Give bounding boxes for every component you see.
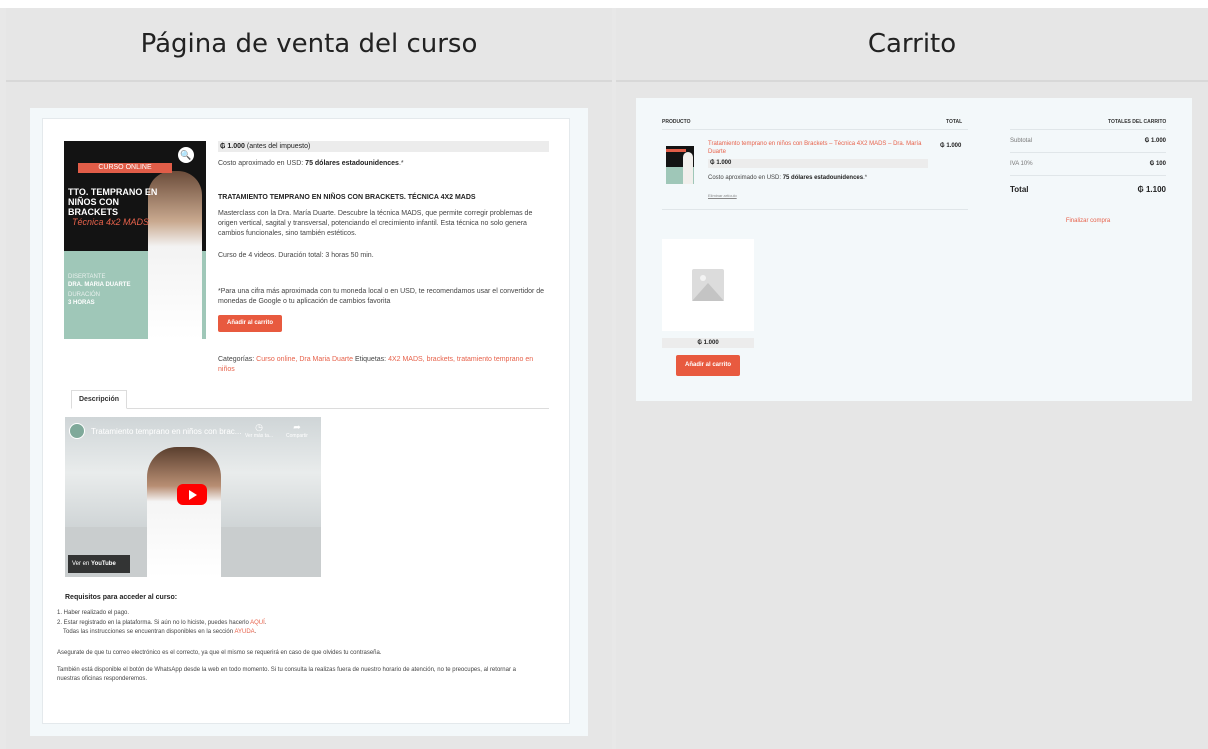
- subtotal-value: ₲ 1.000: [1144, 138, 1166, 144]
- watch-on-youtube-button[interactable]: Ver en YouTube: [68, 555, 130, 573]
- cart-col-total: TOTAL: [946, 119, 963, 125]
- cart-column: Carrito PRODUCTO TOTAL Tratamiento tempr…: [616, 8, 1208, 749]
- youtube-video[interactable]: Tratamiento temprano en niños con brac..…: [65, 417, 321, 577]
- zoom-icon[interactable]: 🔍: [178, 147, 194, 163]
- cart-header: Carrito: [616, 8, 1208, 82]
- register-link[interactable]: AQUÍ: [250, 620, 265, 626]
- cart-item-total: ₲ 1.000: [940, 143, 962, 149]
- product-meta: Categorías: Curso online, Dra Maria Duar…: [218, 356, 534, 373]
- cart-panel: PRODUCTO TOTAL Tratamiento temprano en n…: [636, 98, 1192, 401]
- suggested-product-image[interactable]: [662, 239, 754, 331]
- checkout-link[interactable]: Finalizar compra: [1010, 218, 1166, 224]
- lecturer-label: DISERTANTE: [68, 274, 106, 280]
- course-badge: CURSO ONLINE: [78, 163, 172, 173]
- lecturer-name: DRA. MARIA DUARTE: [68, 282, 131, 288]
- product-description: Masterclass con la Dra. María Duarte. De…: [218, 210, 533, 237]
- cart-col-product: PRODUCTO: [662, 119, 691, 125]
- total-row: Total ₲ 1.100: [1010, 185, 1166, 194]
- requirements-title: Requisitos para acceder al curso:: [65, 594, 178, 601]
- tab-divider: [71, 408, 549, 409]
- total-value: ₲ 1.100: [1137, 185, 1166, 194]
- channel-logo[interactable]: [69, 423, 85, 439]
- approx-cost: Costo aproximado en USD: 75 dólares esta…: [218, 160, 404, 167]
- duration-label: DURACIÓN: [68, 292, 101, 298]
- cart-approx-cost: Costo aproximado en USD: 75 dólares esta…: [708, 175, 868, 181]
- suggested-product-price: ₲ 1.000: [662, 338, 754, 348]
- suggested-add-to-cart-button[interactable]: Añadir al carrito: [676, 355, 740, 376]
- image-placeholder-icon: [692, 269, 724, 301]
- price-bar: ₲ 1.000 (antes del impuesto): [218, 141, 549, 152]
- price-note: (antes del impuesto): [246, 143, 311, 150]
- product-image[interactable]: CURSO ONLINE TTO. TEMPRANO EN NIÑOS CON …: [64, 141, 206, 339]
- course-image-title: TTO. TEMPRANO EN NIÑOS CON BRACKETS: [68, 187, 158, 217]
- requirement-item-2-line-2: Todas las instrucciones se encuentran di…: [63, 629, 257, 635]
- cart-item-name[interactable]: Tratamiento temprano en niños con Bracke…: [708, 140, 924, 156]
- video-title[interactable]: Tratamiento temprano en niños con brac..…: [91, 427, 241, 436]
- duration-value: 3 HORAS: [68, 300, 95, 306]
- iva-row: IVA 10% ₲ 100: [1010, 161, 1166, 167]
- subtotal-row: Subtotal ₲ 1.000: [1010, 138, 1166, 144]
- tab-description[interactable]: Descripción: [71, 390, 127, 409]
- cart-item-price: ₲ 1.000: [708, 159, 928, 168]
- comparison-frame: Página de venta del curso CURSO ONLINE T…: [0, 8, 1208, 749]
- share-button[interactable]: ➦ Compartir: [275, 422, 319, 439]
- product-page: CURSO ONLINE TTO. TEMPRANO EN NIÑOS CON …: [42, 118, 570, 724]
- play-button[interactable]: [177, 484, 207, 505]
- cart-totals-header: TOTALES DEL CARRITO: [1108, 119, 1167, 125]
- currency-note: *Para una cifra más aproximada con tu mo…: [218, 288, 545, 305]
- price: ₲ 1.000: [220, 143, 245, 150]
- video-thumbnail-person: [147, 447, 221, 577]
- categories-link[interactable]: Curso online, Dra Maria Duarte: [256, 356, 353, 363]
- sales-page-header: Página de venta del curso: [6, 8, 612, 82]
- cart-item-thumbnail[interactable]: [666, 146, 694, 184]
- email-note: Asegurate de que tu correo electrónico e…: [57, 650, 382, 656]
- sales-page-column: Página de venta del curso CURSO ONLINE T…: [6, 8, 612, 749]
- whatsapp-note: También está disponible el botón de What…: [57, 667, 516, 682]
- product-heading: TRATAMIENTO TEMPRANO EN NIÑOS CON BRACKE…: [218, 194, 476, 201]
- iva-value: ₲ 100: [1149, 161, 1166, 167]
- help-link[interactable]: AYUDA: [234, 629, 254, 635]
- add-to-cart-button[interactable]: Añadir al carrito: [218, 315, 282, 332]
- technique-label: Técnica 4x2 MADS: [72, 217, 150, 227]
- course-info: Curso de 4 videos. Duración total: 3 hor…: [218, 252, 374, 259]
- requirement-item-1: 1. Haber realizado el pago.: [57, 610, 130, 616]
- remove-item-link[interactable]: Eliminar artículo: [708, 193, 737, 198]
- requirement-item-2: 2. Estar registrado en la plataforma. Si…: [57, 620, 267, 626]
- sales-page-panel: CURSO ONLINE TTO. TEMPRANO EN NIÑOS CON …: [30, 108, 588, 736]
